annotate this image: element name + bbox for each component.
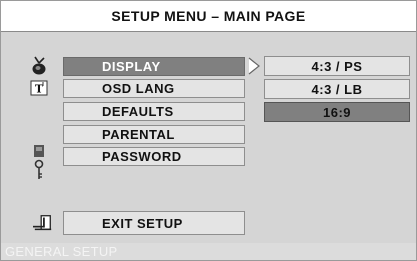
option-label: 4:3 / LB [311,81,363,97]
menu-item-label: DISPLAY [102,59,161,74]
menu-item-label: PASSWORD [102,149,182,164]
footer-label: GENERAL SETUP [5,244,118,259]
menu-item-password[interactable]: PASSWORD [63,147,245,166]
menu-item-label: DEFAULTS [102,104,174,119]
menu-item-parental[interactable]: PARENTAL [63,125,245,144]
option-label: 4:3 / PS [311,58,363,74]
option-label: 16:9 [322,104,352,120]
footer-bar: GENERAL SETUP [1,243,416,260]
option-16-9[interactable]: 16:9 [264,102,410,122]
page-title: SETUP MENU – MAIN PAGE [111,8,306,24]
submenu-arrow-icon [246,56,262,76]
menu-item-label: PARENTAL [102,127,175,142]
option-4-3-lb[interactable]: 4:3 / LB [264,79,410,99]
option-4-3-ps[interactable]: 4:3 / PS [264,56,410,76]
menu-item-display[interactable]: DISPLAY [63,57,245,76]
menu-item-osd-lang[interactable]: OSD LANG [63,79,245,98]
text-icon: T [29,78,49,98]
exit-icon [33,213,53,233]
exit-setup-button[interactable]: EXIT SETUP [63,211,245,235]
setup-screen: SETUP MENU – MAIN PAGE T DISPLAY OSD LAN… [0,0,417,261]
menu-item-defaults[interactable]: DEFAULTS [63,102,245,121]
key-icon [29,144,49,184]
header-bar: SETUP MENU – MAIN PAGE [1,1,416,32]
tv-icon [29,56,49,76]
menu-item-label: OSD LANG [102,81,175,96]
exit-setup-label: EXIT SETUP [102,215,183,231]
